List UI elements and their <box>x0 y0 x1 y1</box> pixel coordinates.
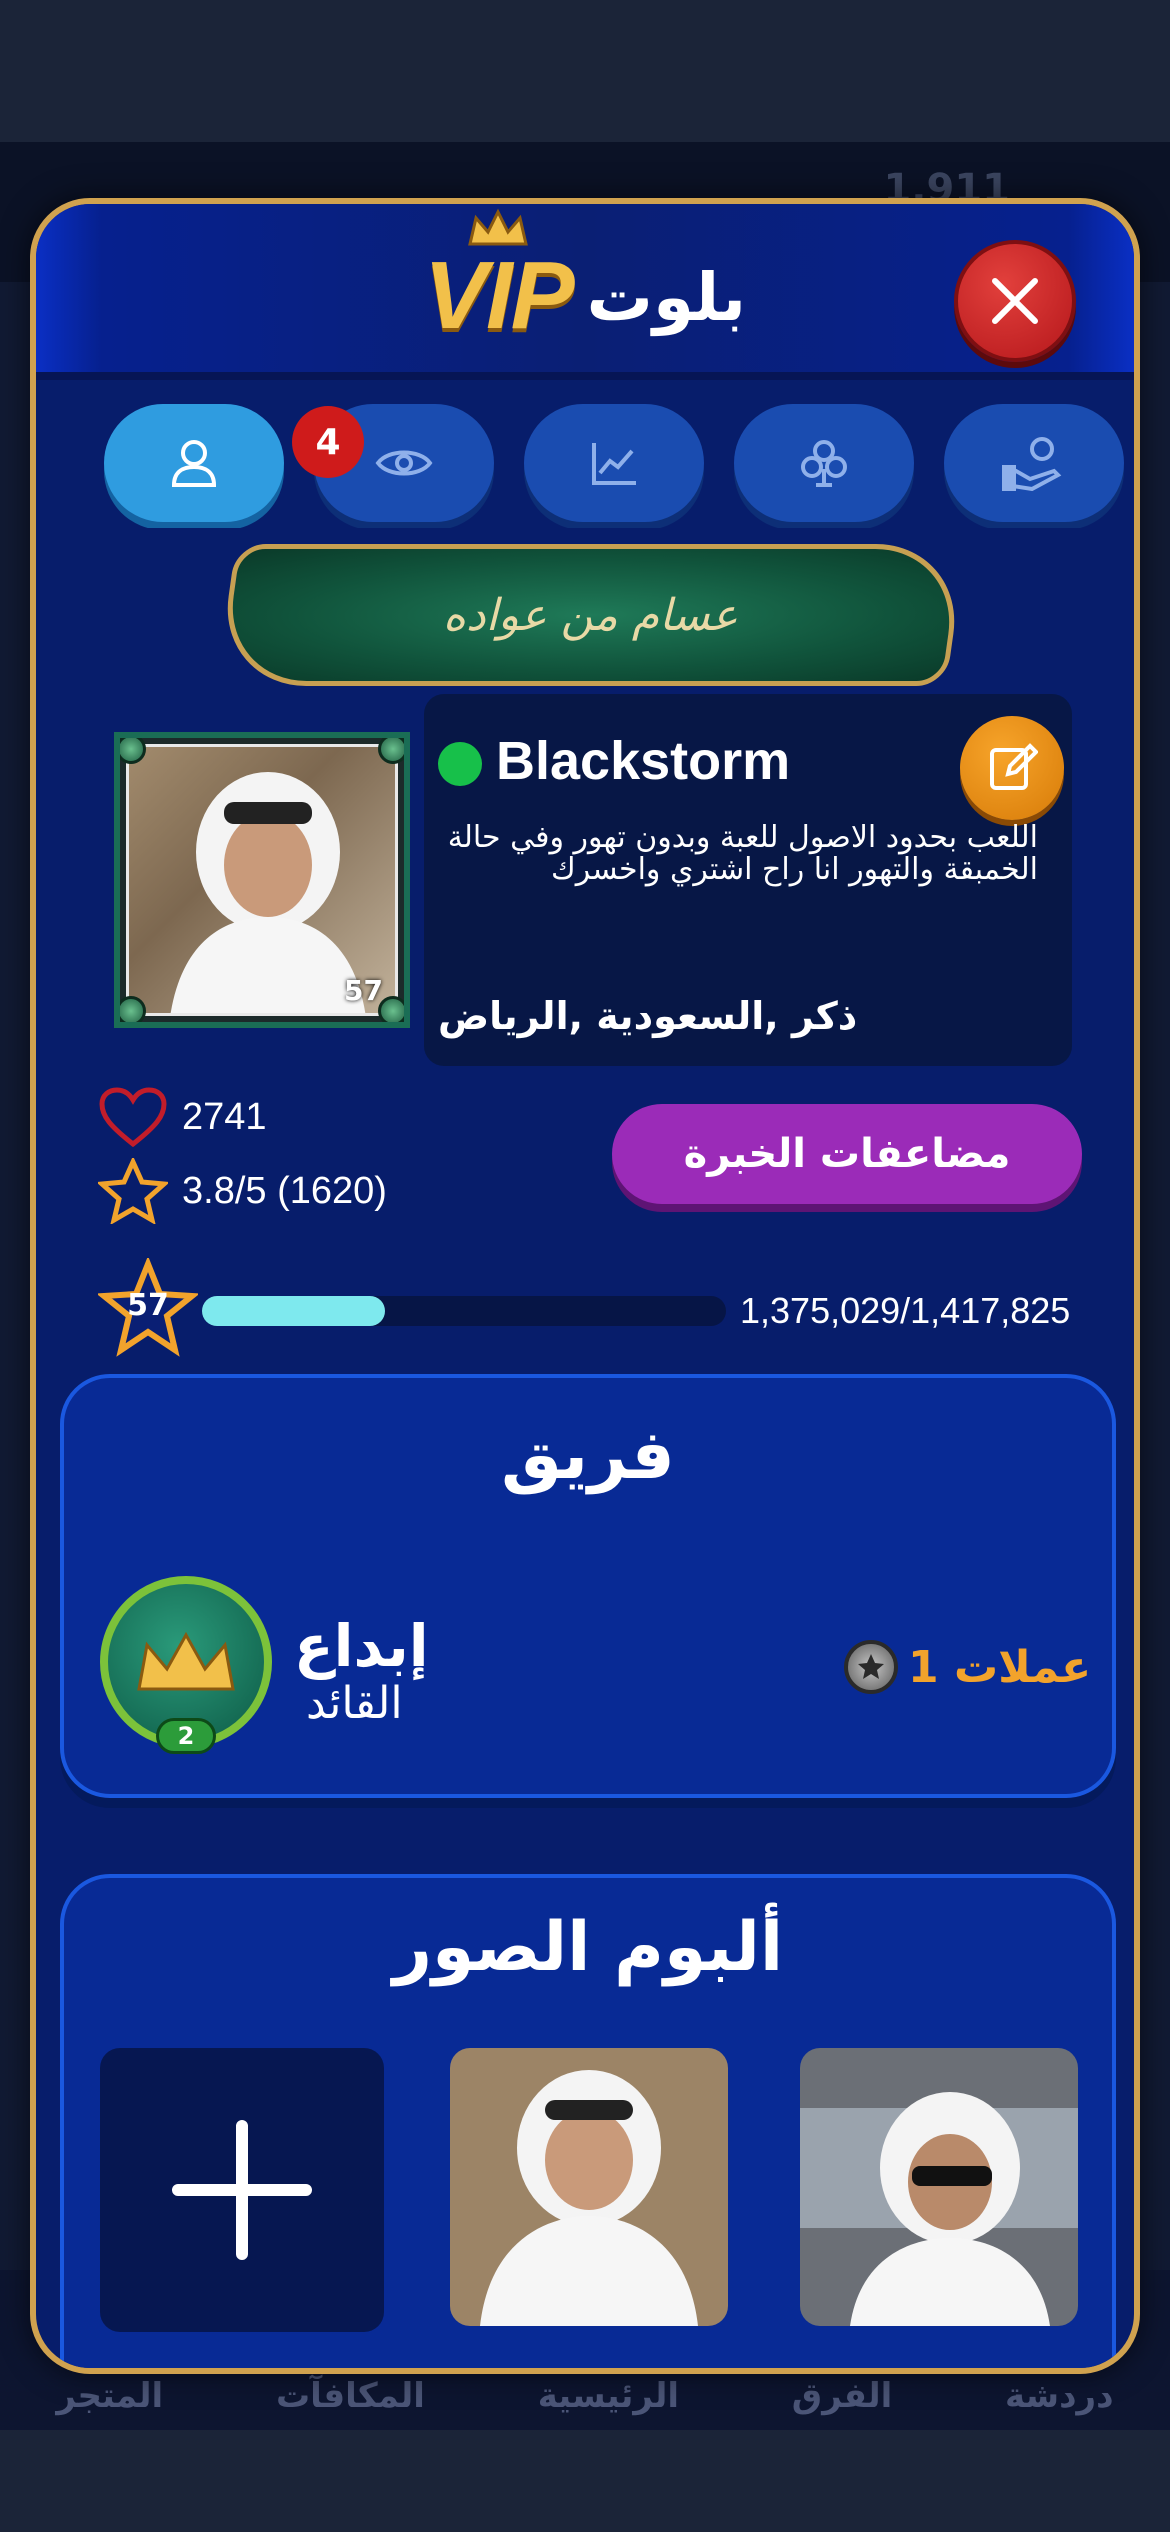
profile-location: ذكر ,السعودية ,الرياض <box>438 994 858 1038</box>
tab-store: المتجر <box>56 2376 164 2416</box>
coin-icon <box>844 1640 898 1694</box>
tab-teams: الفرق <box>791 2376 893 2416</box>
close-button[interactable] <box>954 240 1076 362</box>
player-level: 57 <box>127 1288 169 1323</box>
star-icon <box>98 1158 168 1224</box>
team-name: إبداع <box>294 1612 429 1680</box>
profile-info-card: Blackstorm اللعب بحدود الاصول للعبة وبدو… <box>424 694 1072 1066</box>
modal-header: VIP بلوت <box>36 204 1134 380</box>
edit-icon <box>990 743 1038 790</box>
avatar[interactable]: 57 <box>114 732 410 1028</box>
notification-badge: 4 <box>292 406 364 478</box>
logo-game-name: بلوت <box>586 259 747 336</box>
team-title: فريق <box>501 1416 675 1495</box>
avatar-level: 57 <box>344 974 383 1007</box>
profile-modal: VIP بلوت 4 عسام من عواده 57 Blackstorm ا… <box>30 198 1140 2374</box>
username: Blackstorm <box>496 731 791 791</box>
name-frame-text: عسام من عواده <box>443 589 739 641</box>
chart-icon <box>592 443 636 485</box>
tab-gifts[interactable] <box>944 404 1124 522</box>
tab-chat: دردشة <box>1005 2376 1114 2416</box>
frame-gem-icon <box>378 738 404 764</box>
crown-icon <box>137 1631 235 1691</box>
close-icon <box>992 278 1038 324</box>
xp-boost-button[interactable]: مضاعفات الخبرة <box>612 1104 1082 1204</box>
edit-profile-button[interactable] <box>960 716 1064 820</box>
team-level: 2 <box>156 1718 216 1754</box>
team-coins: عملات 1 <box>844 1640 1091 1694</box>
xp-progress-bar <box>202 1296 726 1326</box>
team-panel: فريق 2 إبداع القائد عملات 1 <box>60 1374 1116 1798</box>
tab-rewards: المكافآت <box>275 2376 425 2416</box>
photo-thumbnail <box>450 2048 728 2326</box>
online-status-icon <box>438 742 482 786</box>
tab-home: الرئيسية <box>537 2376 679 2416</box>
bottom-area <box>0 2430 1170 2532</box>
frame-gem-icon <box>120 738 146 764</box>
user-icon <box>171 440 217 487</box>
album-photo[interactable] <box>450 2048 728 2326</box>
photo-album-panel: ألبوم الصور <box>60 1874 1116 2368</box>
eye-icon <box>375 450 433 476</box>
rating-stat: 3.8/5 (1620) <box>98 1158 387 1224</box>
add-photo-button[interactable] <box>100 2048 384 2332</box>
xp-text: 1,375,029/1,417,825 <box>740 1290 1071 1331</box>
rating-value: 3.8/5 (1620) <box>182 1169 387 1212</box>
album-title: ألبوم الصور <box>392 1908 784 1987</box>
name-frame: عسام من عواده <box>216 544 966 686</box>
heart-icon <box>99 1087 167 1148</box>
photo-thumbnail <box>800 2048 1078 2326</box>
likes-stat: 2741 <box>98 1086 267 1148</box>
frame-gem-icon <box>120 996 146 1022</box>
tab-games[interactable] <box>734 404 914 522</box>
plus-icon <box>172 2120 312 2260</box>
tab-profile[interactable] <box>104 404 284 522</box>
frame-gem-icon <box>378 996 404 1022</box>
status-area <box>0 0 1170 142</box>
money-hand-icon <box>1002 437 1062 491</box>
tab-statistics[interactable] <box>524 404 704 522</box>
team-role: القائد <box>306 1678 403 1729</box>
crown-icon <box>468 208 529 246</box>
profile-tabs <box>104 404 1126 528</box>
club-icon <box>801 440 847 487</box>
team-coins-text: عملات 1 <box>908 1641 1092 1693</box>
xp-progress-fill <box>202 1296 386 1326</box>
profile-bio: اللعب بحدود الاصول للعبة وبدون تهور وفي … <box>447 820 1038 887</box>
album-photo[interactable] <box>800 2048 1078 2326</box>
likes-count: 2741 <box>182 1095 267 1138</box>
logo-vip-text: VIP <box>424 208 575 344</box>
